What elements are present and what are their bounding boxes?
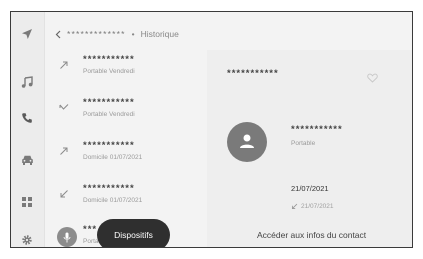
call-row[interactable]: *********** Portable Vendredi — [55, 95, 205, 127]
music-note-icon[interactable] — [19, 74, 35, 90]
call-date-sub: 21/07/2021 — [301, 203, 334, 210]
apps-grid-icon[interactable] — [19, 194, 35, 210]
phone-icon[interactable] — [19, 110, 35, 126]
car-icon[interactable] — [19, 152, 35, 168]
settings-gear-icon[interactable] — [19, 232, 35, 247]
call-detail: Portable Vendredi — [83, 111, 135, 118]
heart-outline-icon[interactable] — [367, 70, 378, 88]
call-row[interactable]: *********** Portable Vendredi — [55, 52, 205, 84]
sidebar — [11, 12, 45, 247]
call-date-detail: 21/07/2021 — [291, 203, 334, 210]
masked-number: ************* — [67, 29, 126, 39]
outgoing-call-icon — [60, 61, 68, 69]
voice-button[interactable] — [57, 227, 77, 247]
contact-name: *********** — [291, 124, 343, 135]
contact-type: Portable — [291, 140, 316, 147]
header-breadcrumb: ************* • Historique — [55, 26, 179, 42]
call-name: *********** — [83, 183, 135, 194]
call-date: 21/07/2021 — [291, 184, 329, 193]
page-title: Historique — [140, 29, 179, 39]
chevron-left-icon[interactable] — [55, 30, 61, 39]
missed-call-icon — [59, 104, 69, 110]
call-detail: Domicile 01/07/2021 — [83, 197, 143, 204]
incoming-call-icon — [291, 203, 298, 210]
call-row[interactable]: *********** Domicile 01/07/2021 — [55, 138, 205, 170]
contact-avatar — [227, 122, 267, 162]
breadcrumb-separator: • — [131, 29, 135, 39]
outgoing-call-icon — [60, 147, 68, 155]
call-detail-panel: *********** *********** Portable 21/07/2… — [207, 50, 412, 247]
call-name: *********** — [83, 97, 135, 108]
call-detail: Portable Vendredi — [83, 68, 135, 75]
navigation-arrow-icon[interactable] — [19, 26, 35, 42]
devices-tooltip[interactable]: Dispositifs — [97, 219, 170, 247]
detail-name: *********** — [227, 68, 279, 79]
call-name: *********** — [83, 140, 135, 151]
person-icon — [240, 134, 254, 148]
call-name: *********** — [83, 54, 135, 65]
call-row[interactable]: *********** Domicile 01/07/2021 — [55, 181, 205, 213]
call-detail: Domicile 01/07/2021 — [83, 154, 143, 161]
phone-screen: ************* • Historique *********** P… — [10, 11, 413, 248]
incoming-call-icon — [60, 190, 68, 198]
contact-info-link[interactable]: Accéder aux infos du contact — [257, 230, 366, 240]
call-name: *** — [83, 224, 98, 235]
microphone-icon — [63, 232, 71, 242]
